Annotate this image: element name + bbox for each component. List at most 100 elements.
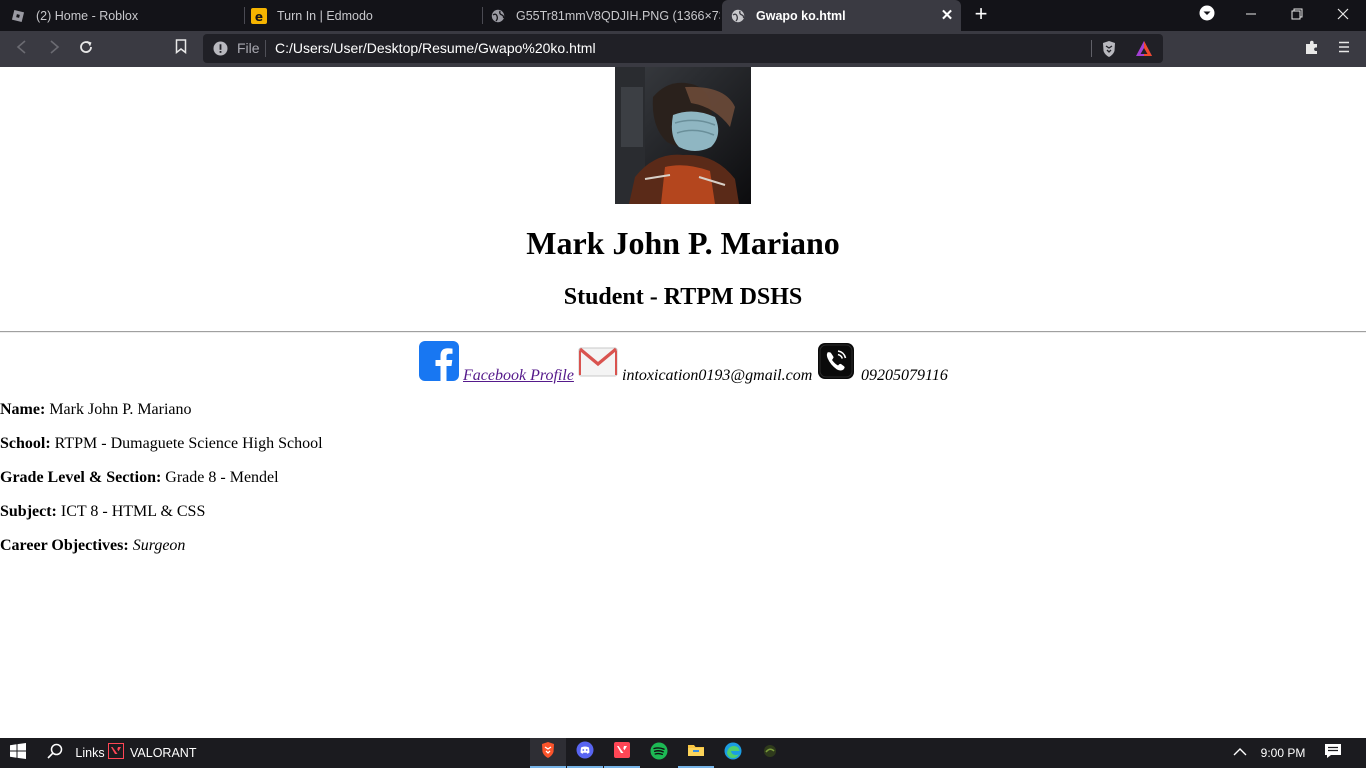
forward-button[interactable] <box>44 39 64 59</box>
tab-title: (2) Home - Roblox <box>36 8 139 23</box>
valorant-icon <box>108 742 124 764</box>
detail-row-grade: Grade Level & Section: Grade 8 - Mendel <box>0 469 279 487</box>
links-toolbar[interactable]: Links <box>74 738 106 768</box>
taskbar-app[interactable] <box>752 738 788 768</box>
tab-strip: (2) Home - Roblox e Turn In | Edmodo G55… <box>0 0 1366 31</box>
taskbar-spotify[interactable] <box>641 738 677 768</box>
reload-button[interactable] <box>76 39 96 59</box>
resume-role-heading: Student - RTPM DSHS <box>563 284 803 310</box>
new-tab-button[interactable]: + <box>970 3 992 26</box>
taskbar-discord[interactable] <box>567 738 603 768</box>
roblox-icon <box>10 8 26 24</box>
chevron-down-icon <box>1199 5 1215 26</box>
resume-page: Mark John P. Mariano Student - RTPM DSHS… <box>0 67 1366 738</box>
reload-icon <box>78 39 94 60</box>
detail-label: Name: <box>0 401 46 418</box>
back-button[interactable] <box>12 39 32 59</box>
tab-title: Gwapo ko.html <box>756 8 846 23</box>
profile-photo <box>615 67 751 204</box>
detail-label: Career Objectives: <box>0 537 129 554</box>
detail-label: Subject: <box>0 503 57 520</box>
bookmark-button[interactable] <box>171 39 191 59</box>
facebook-icon[interactable] <box>419 341 459 381</box>
brave-rewards-icon[interactable] <box>1135 40 1153 62</box>
discord-icon <box>576 741 594 764</box>
info-icon[interactable] <box>213 41 228 56</box>
windows-taskbar: Links VALORANT 9:00 PM <box>0 738 1366 768</box>
close-icon[interactable]: ✕ <box>939 8 955 24</box>
detail-value: ICT 8 - HTML & CSS <box>60 503 206 520</box>
globe-icon <box>490 8 506 24</box>
tab-title: Turn In | Edmodo <box>277 8 373 23</box>
detail-row-name: Name: Mark John P. Mariano <box>0 401 192 419</box>
browser-toolbar: File C:/Users/User/Desktop/Resume/Gwapo%… <box>0 31 1366 67</box>
action-center-button[interactable] <box>1318 738 1348 768</box>
close-window-button[interactable] <box>1320 0 1366 31</box>
tab-gwapo-active[interactable]: Gwapo ko.html ✕ <box>722 0 961 31</box>
address-bar[interactable]: File C:/Users/User/Desktop/Resume/Gwapo%… <box>203 34 1163 63</box>
email-text: intoxication0193@gmail.com <box>622 367 813 384</box>
phone-icon <box>818 343 854 379</box>
tab-image[interactable]: G55Tr81mmV8QDJIH.PNG (1366×732) <box>490 0 720 31</box>
search-button[interactable] <box>38 738 72 768</box>
puzzle-icon <box>1304 39 1320 60</box>
tab-roblox[interactable]: (2) Home - Roblox <box>10 0 242 31</box>
clock-time: 9:00 PM <box>1260 746 1306 760</box>
horizontal-rule <box>0 331 1366 333</box>
bookmark-icon <box>175 39 187 59</box>
detail-value: Surgeon <box>132 537 186 554</box>
hamburger-menu-icon <box>1337 40 1351 58</box>
globe-icon <box>730 8 746 24</box>
back-arrow-icon <box>15 39 29 59</box>
detail-label: Grade Level & Section: <box>0 469 162 486</box>
omnibox-divider <box>1091 40 1092 57</box>
taskbar-clock[interactable]: 9:00 PM <box>1256 738 1310 768</box>
valorant-icon <box>614 741 630 763</box>
show-hidden-icons-button[interactable] <box>1226 738 1254 768</box>
brave-browser-icon <box>540 741 556 764</box>
tab-search-button[interactable] <box>1184 0 1230 31</box>
restore-button[interactable] <box>1274 0 1320 31</box>
minimize-icon <box>1245 7 1257 25</box>
detail-value: Grade 8 - Mendel <box>165 469 279 486</box>
tab-divider <box>482 7 483 24</box>
restore-icon <box>1291 7 1303 25</box>
edge-icon <box>724 742 742 765</box>
taskbar-brave[interactable] <box>530 738 566 768</box>
notification-icon <box>1324 743 1342 764</box>
tab-divider <box>244 7 245 24</box>
tab-edmodo[interactable]: e Turn In | Edmodo <box>251 0 479 31</box>
tab-title: G55Tr81mmV8QDJIH.PNG (1366×732) <box>516 8 720 23</box>
detail-row-school: School: RTPM - Dumaguete Science High Sc… <box>0 435 323 453</box>
close-icon <box>1337 7 1349 25</box>
links-label: Links <box>75 746 105 760</box>
scheme-label: File <box>237 40 260 56</box>
detail-label: School: <box>0 435 51 452</box>
brave-shields-icon[interactable] <box>1101 40 1117 63</box>
start-button[interactable] <box>0 738 36 768</box>
omnibox-divider <box>265 40 266 57</box>
taskbar-file-explorer[interactable] <box>678 738 714 768</box>
chevron-up-icon <box>1233 744 1247 762</box>
gmail-icon <box>578 347 618 377</box>
detail-value: RTPM - Dumaguete Science High School <box>54 435 323 452</box>
taskbar-edge[interactable] <box>715 738 751 768</box>
extensions-button[interactable] <box>1302 39 1322 59</box>
spotify-icon <box>650 742 668 765</box>
detail-row-career: Career Objectives: Surgeon <box>0 537 185 555</box>
valorant-label: VALORANT <box>130 746 197 760</box>
taskbar-valorant[interactable] <box>604 738 640 768</box>
folder-icon <box>687 742 705 763</box>
windows-logo-icon <box>10 742 26 764</box>
valorant-shortcut[interactable]: VALORANT <box>108 738 196 768</box>
edmodo-icon: e <box>251 7 267 24</box>
forward-arrow-icon <box>47 39 61 59</box>
svg-text:e: e <box>255 10 263 24</box>
minimize-button[interactable] <box>1228 0 1274 31</box>
resume-name-heading: Mark John P. Mariano <box>526 225 840 261</box>
detail-row-subject: Subject: ICT 8 - HTML & CSS <box>0 503 205 521</box>
detail-value: Mark John P. Mariano <box>49 401 192 418</box>
facebook-profile-link[interactable]: Facebook Profile <box>463 367 574 385</box>
url-text[interactable]: C:/Users/User/Desktop/Resume/Gwapo%20ko.… <box>275 40 596 56</box>
menu-button[interactable] <box>1334 39 1354 59</box>
